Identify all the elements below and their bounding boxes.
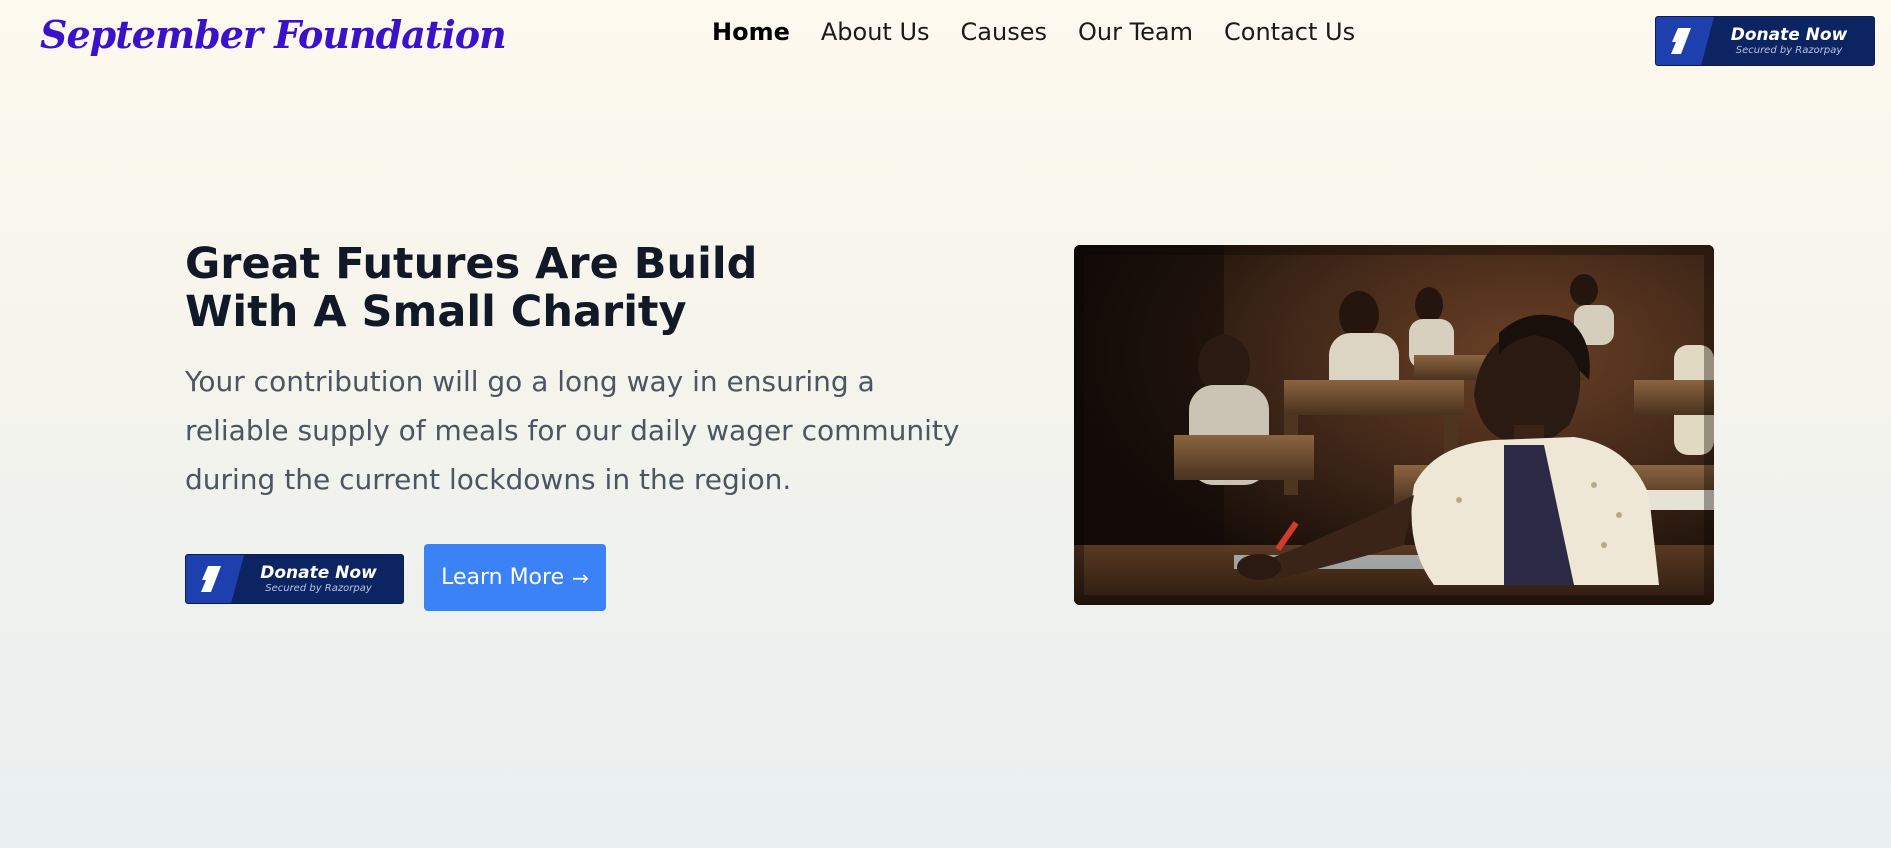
razorpay-logo-icon xyxy=(1656,17,1714,65)
brand-logo[interactable]: September Foundation xyxy=(40,12,507,58)
donate-button-label: Donate Now xyxy=(1730,24,1848,45)
nav-item-causes[interactable]: Causes xyxy=(961,18,1047,46)
hero-donate-button[interactable]: Donate Now Secured by Razorpay xyxy=(185,554,404,604)
donate-button-label: Donate Now xyxy=(260,562,377,583)
hero-title: Great Futures Are Build With A Small Cha… xyxy=(185,240,785,336)
learn-more-button[interactable]: Learn More → xyxy=(424,544,606,611)
hero-description: Your contribution will go a long way in … xyxy=(185,365,960,496)
donate-button-sublabel: Secured by Razorpay xyxy=(265,582,372,594)
nav-item-contact-us[interactable]: Contact Us xyxy=(1224,18,1355,46)
razorpay-logo-icon xyxy=(186,555,244,603)
main-nav: Home About Us Causes Our Team Contact Us xyxy=(712,18,1355,46)
nav-item-home[interactable]: Home xyxy=(712,18,790,46)
hero-image xyxy=(1074,245,1714,605)
classroom-photo-illustration xyxy=(1074,245,1714,605)
learn-more-label: Learn More xyxy=(441,565,565,590)
hero-title-line1: Great Futures Are Build xyxy=(185,239,758,289)
hero-title-line2: With A Small Charity xyxy=(185,287,687,338)
header-donate-button[interactable]: Donate Now Secured by Razorpay xyxy=(1655,16,1875,66)
donate-button-sublabel: Secured by Razorpay xyxy=(1735,44,1843,56)
nav-item-our-team[interactable]: Our Team xyxy=(1078,18,1193,46)
nav-item-about-us[interactable]: About Us xyxy=(821,18,930,46)
arrow-right-icon: → xyxy=(572,565,589,590)
